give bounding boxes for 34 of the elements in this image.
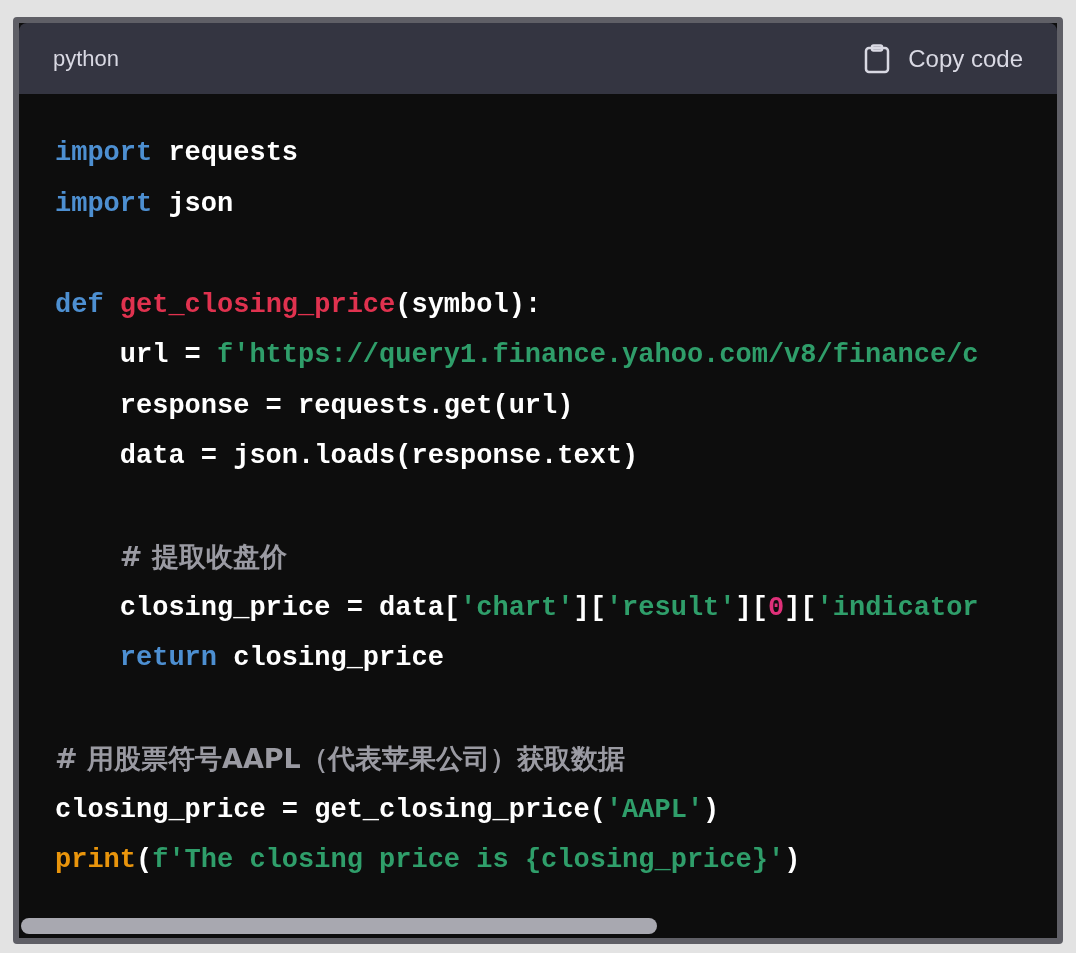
code-token: def — [55, 288, 104, 322]
code-token: closing_price = data[ — [119, 591, 461, 625]
code-token: json — [167, 187, 234, 221]
code-comment: # 提取收盘价 — [119, 540, 287, 574]
code-token: import — [55, 137, 153, 170]
code-token: import — [55, 187, 153, 221]
code-token: 0 — [767, 591, 785, 625]
code-token: get_closing_price — [118, 288, 396, 322]
code-token: print — [55, 844, 136, 877]
code-token: url = — [119, 339, 202, 372]
code-token: ) — [784, 844, 801, 877]
code-token: 'result' — [605, 591, 736, 625]
code-token: data = json.loads(response.text) — [119, 440, 639, 473]
language-label: python — [53, 45, 120, 73]
code-token: ][ — [784, 591, 817, 625]
code-token: response = requests.get(url) — [119, 389, 574, 423]
code-token: ( — [136, 844, 153, 877]
code-token: (symbol): — [395, 288, 542, 322]
code-token: ][ — [735, 591, 768, 625]
code-comment: # 用股票符号AAPL（代表苹果公司）获取数据 — [55, 742, 625, 776]
code-token: closing_price — [232, 642, 444, 675]
copy-code-button[interactable]: Copy code — [864, 40, 1023, 77]
code-token: f'https://query1.finance.yahoo.com/v8/finance/c — [217, 339, 979, 372]
code-token: ) — [703, 793, 720, 827]
code-token: return — [119, 642, 217, 675]
code-token: f'The closing price is {closing_price}' — [152, 844, 785, 877]
scrollbar-thumb[interactable] — [21, 918, 657, 934]
code-token: 'AAPL' — [605, 793, 704, 827]
code-token: ][ — [573, 591, 606, 625]
clipboard-icon — [864, 43, 891, 74]
code-token: requests — [167, 137, 299, 170]
code-token: closing_price = get_closing_price( — [55, 793, 606, 827]
code-token: 'indicator — [816, 591, 979, 625]
code-token: 'chart' — [460, 591, 574, 625]
